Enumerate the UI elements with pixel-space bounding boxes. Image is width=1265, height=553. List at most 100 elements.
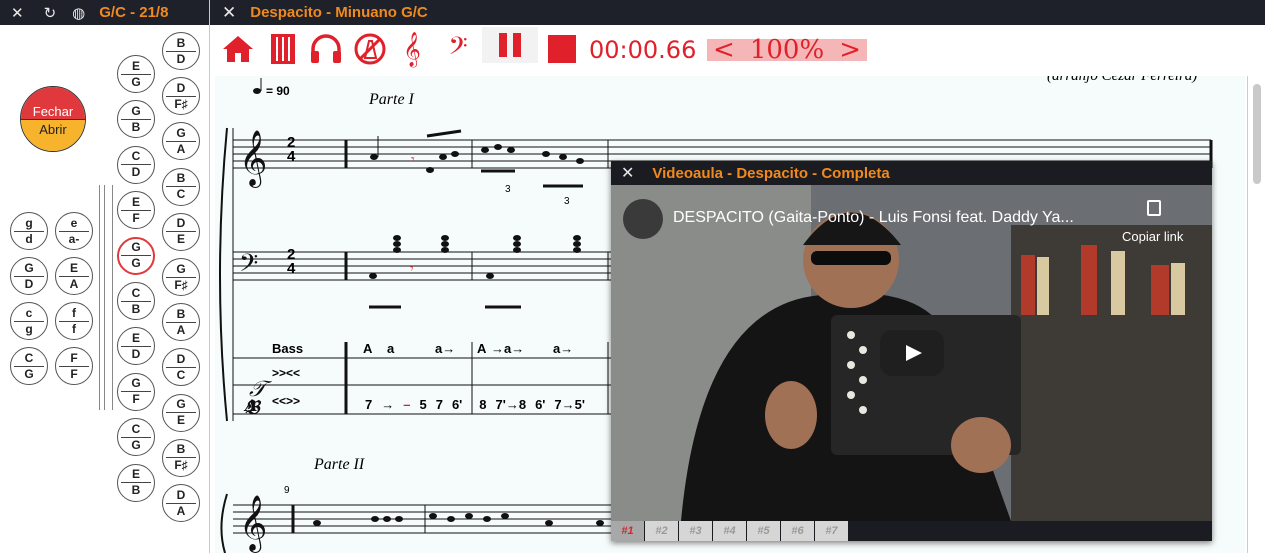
no-metronome-icon[interactable] [352, 31, 388, 67]
accordion-button[interactable]: G F♯ [162, 258, 200, 296]
close-icon[interactable]: ✕ [222, 3, 236, 23]
button-note-pull: F♯ [174, 458, 188, 473]
bass-clef-icon[interactable]: 𝄢 [438, 31, 478, 67]
accordion-button[interactable]: EA [55, 257, 93, 295]
accordion-button[interactable]: ED [117, 327, 155, 366]
button-note-push: e [70, 215, 78, 230]
accordion-button[interactable]: ff [55, 302, 93, 340]
tab-number: 7→5' [554, 397, 585, 412]
button-note-push: E [69, 260, 78, 275]
zoom-level: 100% [749, 35, 825, 65]
button-note-push: G [176, 125, 186, 140]
button-note-pull: F [132, 392, 140, 407]
measure-number: 9 [284, 485, 290, 496]
globe-icon[interactable]: ◍ [72, 4, 85, 22]
accordion-button[interactable]: BD [162, 32, 200, 70]
button-note-push: g [25, 215, 33, 230]
accordion-button[interactable]: CG [117, 418, 155, 457]
push-pull-toggle[interactable]: Fechar Abrir [20, 86, 86, 152]
button-note-pull: A [176, 503, 186, 518]
youtube-video-title[interactable]: DESPACITO (Gaita-Ponto) - Luis Fonsi fea… [673, 209, 1074, 227]
button-note-pull: D [24, 276, 34, 291]
accordion-button[interactable]: DC [162, 348, 200, 387]
accordion-button[interactable]: CB [117, 282, 155, 320]
bass-row-label: Bass [272, 341, 304, 356]
stop-icon[interactable] [544, 31, 580, 67]
zoom-prev-button[interactable]: < [713, 35, 735, 65]
button-note-push: G [131, 376, 141, 391]
accordion-button[interactable]: GF [117, 372, 155, 411]
button-note-pull: F [132, 210, 140, 225]
accordion-button[interactable]: GG [117, 236, 155, 275]
tab-number: 6' [535, 397, 546, 412]
scrollbar-thumb[interactable] [1253, 84, 1261, 184]
button-note-push: D [176, 351, 186, 366]
button-note-pull: E [176, 232, 185, 247]
button-note-pull: g [25, 321, 33, 336]
accordion-button[interactable]: EB [117, 463, 155, 502]
copy-link-button[interactable]: Copiar link [1122, 229, 1183, 244]
video-tab-7[interactable]: #7 [815, 521, 848, 541]
button-note-pull: G [24, 366, 34, 381]
pause-icon[interactable] [482, 27, 538, 63]
accordion-button[interactable]: GA [162, 122, 200, 161]
home-icon[interactable] [220, 31, 256, 67]
triplet-mark: 3 [505, 184, 511, 195]
accordion-button[interactable]: DA [162, 484, 200, 522]
accordion-button[interactable]: GB [117, 100, 155, 139]
svg-text:𝄞: 𝄞 [239, 130, 267, 188]
bass-note: a→ [553, 341, 574, 356]
video-tab-5[interactable]: #5 [747, 521, 780, 541]
accordion-button[interactable]: cg [10, 302, 48, 340]
button-note-pull: B [131, 301, 141, 316]
bellows-divider [99, 185, 113, 410]
video-tab-4[interactable]: #4 [713, 521, 746, 541]
section-part-i: Parte I [369, 91, 414, 108]
accordion-button[interactable]: BA [162, 303, 200, 342]
accordion-button[interactable]: DE [162, 212, 200, 251]
accordion-button[interactable]: gd [10, 212, 48, 250]
player-toolbar: 𝄞 𝄢 00:00.66 < 100% > [210, 25, 1265, 75]
video-player[interactable]: DESPACITO (Gaita-Ponto) - Luis Fonsi fea… [611, 185, 1212, 521]
accordion-button[interactable]: FF [55, 347, 93, 385]
copy-link-icon[interactable] [1147, 200, 1161, 216]
left-titlebar: ✕ ↻ ◍ G/C - 21/8 [0, 0, 209, 25]
treble-clef-icon[interactable]: 𝄞 [398, 31, 426, 67]
tab-number: 8 [479, 397, 487, 412]
video-tab-6[interactable]: #6 [781, 521, 814, 541]
button-note-push: C [24, 350, 34, 365]
video-titlebar: ✕ Videoaula - Despacito - Completa [611, 161, 1212, 185]
tab-number: 7 [435, 397, 443, 412]
accordion-button[interactable]: CG [10, 347, 48, 385]
button-note-push: C [131, 149, 141, 164]
refresh-icon[interactable]: ↻ [44, 4, 57, 22]
accordion-icon[interactable] [268, 31, 298, 67]
button-note-push: E [131, 194, 140, 209]
video-tab-2[interactable]: #2 [645, 521, 678, 541]
button-note-push: C [131, 285, 141, 300]
accordion-button[interactable]: CD [117, 145, 155, 184]
button-note-pull: f [72, 321, 76, 336]
video-tab-3[interactable]: #3 [679, 521, 712, 541]
accordion-button[interactable]: GD [10, 257, 48, 295]
accordion-button[interactable]: EF [117, 191, 155, 230]
headphones-icon[interactable] [308, 31, 344, 67]
close-icon[interactable]: ✕ [621, 163, 634, 183]
accordion-button[interactable]: e a- [55, 212, 93, 250]
button-note-push: E [131, 467, 140, 482]
accordion-button[interactable]: EG [117, 55, 155, 93]
zoom-next-button[interactable]: > [839, 35, 861, 65]
arranger-credit: (arranjo Cezar Ferreira) [1047, 76, 1198, 84]
accordion-button[interactable]: GE [162, 393, 200, 432]
accordion-button[interactable]: D F♯ [162, 77, 200, 116]
triplet-mark: 3 [564, 196, 570, 207]
svg-text:𝄢: 𝄢 [239, 249, 258, 284]
video-tab-1[interactable]: #1 [611, 521, 644, 541]
video-tabs: #1 #2 #3 #4 #5 #6 #7 [611, 521, 849, 541]
tab-number: → [381, 397, 395, 412]
accordion-button[interactable]: B F♯ [162, 438, 200, 477]
accordion-button[interactable]: BC [162, 167, 200, 206]
close-icon[interactable]: ✕ [11, 4, 24, 22]
video-window-title: Videoaula - Despacito - Completa [652, 164, 890, 182]
play-icon[interactable] [880, 330, 944, 376]
